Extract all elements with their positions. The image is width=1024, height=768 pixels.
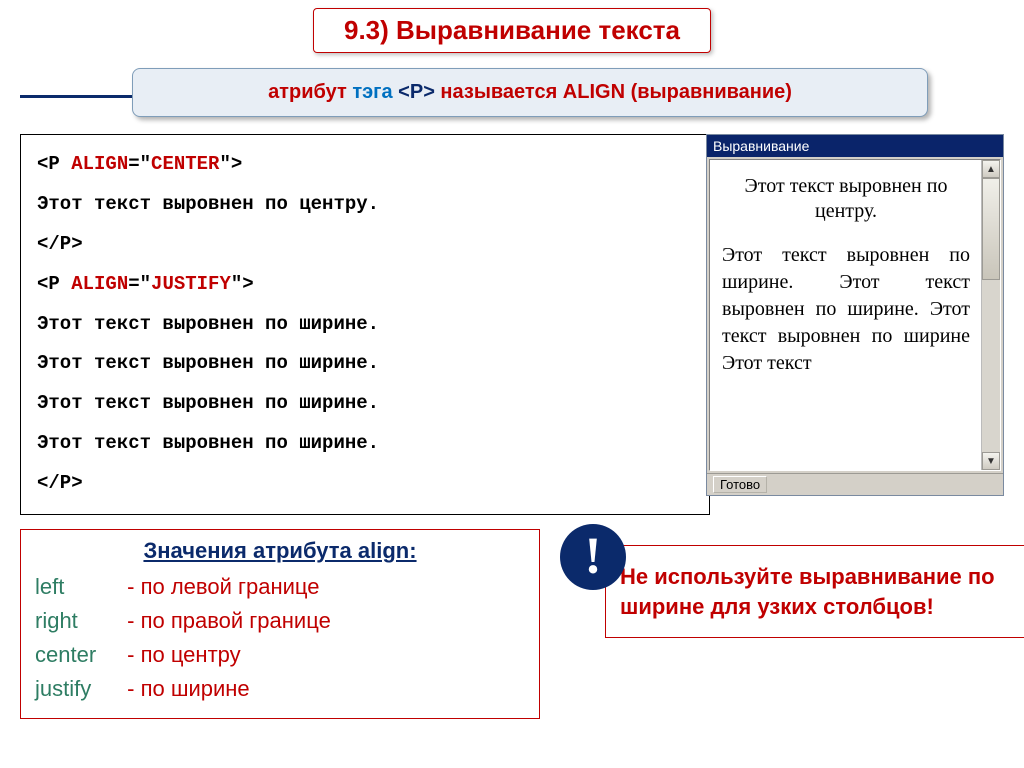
status-text: Готово (713, 476, 767, 493)
values-title: Значения атрибута align: (35, 538, 525, 564)
code-line: Этот текст выровнен по ширине. (37, 384, 693, 424)
browser-titlebar: Выравнивание (707, 135, 1003, 157)
value-row-right: right - по правой границе (35, 604, 525, 638)
align-values-box: Значения атрибута align: left - по левой… (20, 529, 540, 719)
code-line: <P ALIGN="JUSTIFY"> (37, 265, 693, 305)
code-line: <P ALIGN="CENTER"> (37, 145, 693, 185)
subtitle-box: атрибут тэга <P> называется ALIGN (вырав… (132, 68, 928, 117)
code-line: Этот текст выровнен по ширине. (37, 305, 693, 345)
scroll-up-button[interactable]: ▲ (982, 160, 1000, 178)
code-line: Этот текст выровнен по ширине. (37, 344, 693, 384)
warning-box: Не используйте выравнивание по ширине дл… (605, 545, 1024, 638)
subtitle-text: атрибут тэга <P> называется ALIGN (вырав… (268, 81, 792, 103)
scroll-thumb[interactable] (982, 178, 1000, 280)
vertical-scrollbar[interactable]: ▲ ▼ (981, 160, 1000, 470)
centered-paragraph: Этот текст выровнен по центру. (722, 174, 970, 224)
exclamation-icon: ! (560, 524, 626, 590)
code-line: </P> (37, 225, 693, 265)
value-row-center: center - по центру (35, 638, 525, 672)
code-line: </P> (37, 464, 693, 504)
section-title: 9.3) Выравнивание текста (344, 15, 680, 45)
scroll-down-button[interactable]: ▼ (982, 452, 1000, 470)
browser-content-area: Этот текст выровнен по центру. Этот текс… (709, 159, 1001, 471)
code-line: Этот текст выровнен по ширине. (37, 424, 693, 464)
section-title-box: 9.3) Выравнивание текста (313, 8, 711, 53)
value-row-justify: justify - по ширине (35, 672, 525, 706)
justified-paragraph: Этот текст выровнен по ширине. Этот текс… (722, 242, 970, 377)
browser-body: Этот текст выровнен по центру. Этот текс… (710, 160, 982, 387)
browser-preview-window: Выравнивание Этот текст выровнен по цент… (706, 134, 1004, 496)
code-line: Этот текст выровнен по центру. (37, 185, 693, 225)
value-row-left: left - по левой границе (35, 570, 525, 604)
code-example-box: <P ALIGN="CENTER"> Этот текст выровнен п… (20, 134, 710, 515)
browser-status-bar: Готово (707, 473, 1003, 495)
